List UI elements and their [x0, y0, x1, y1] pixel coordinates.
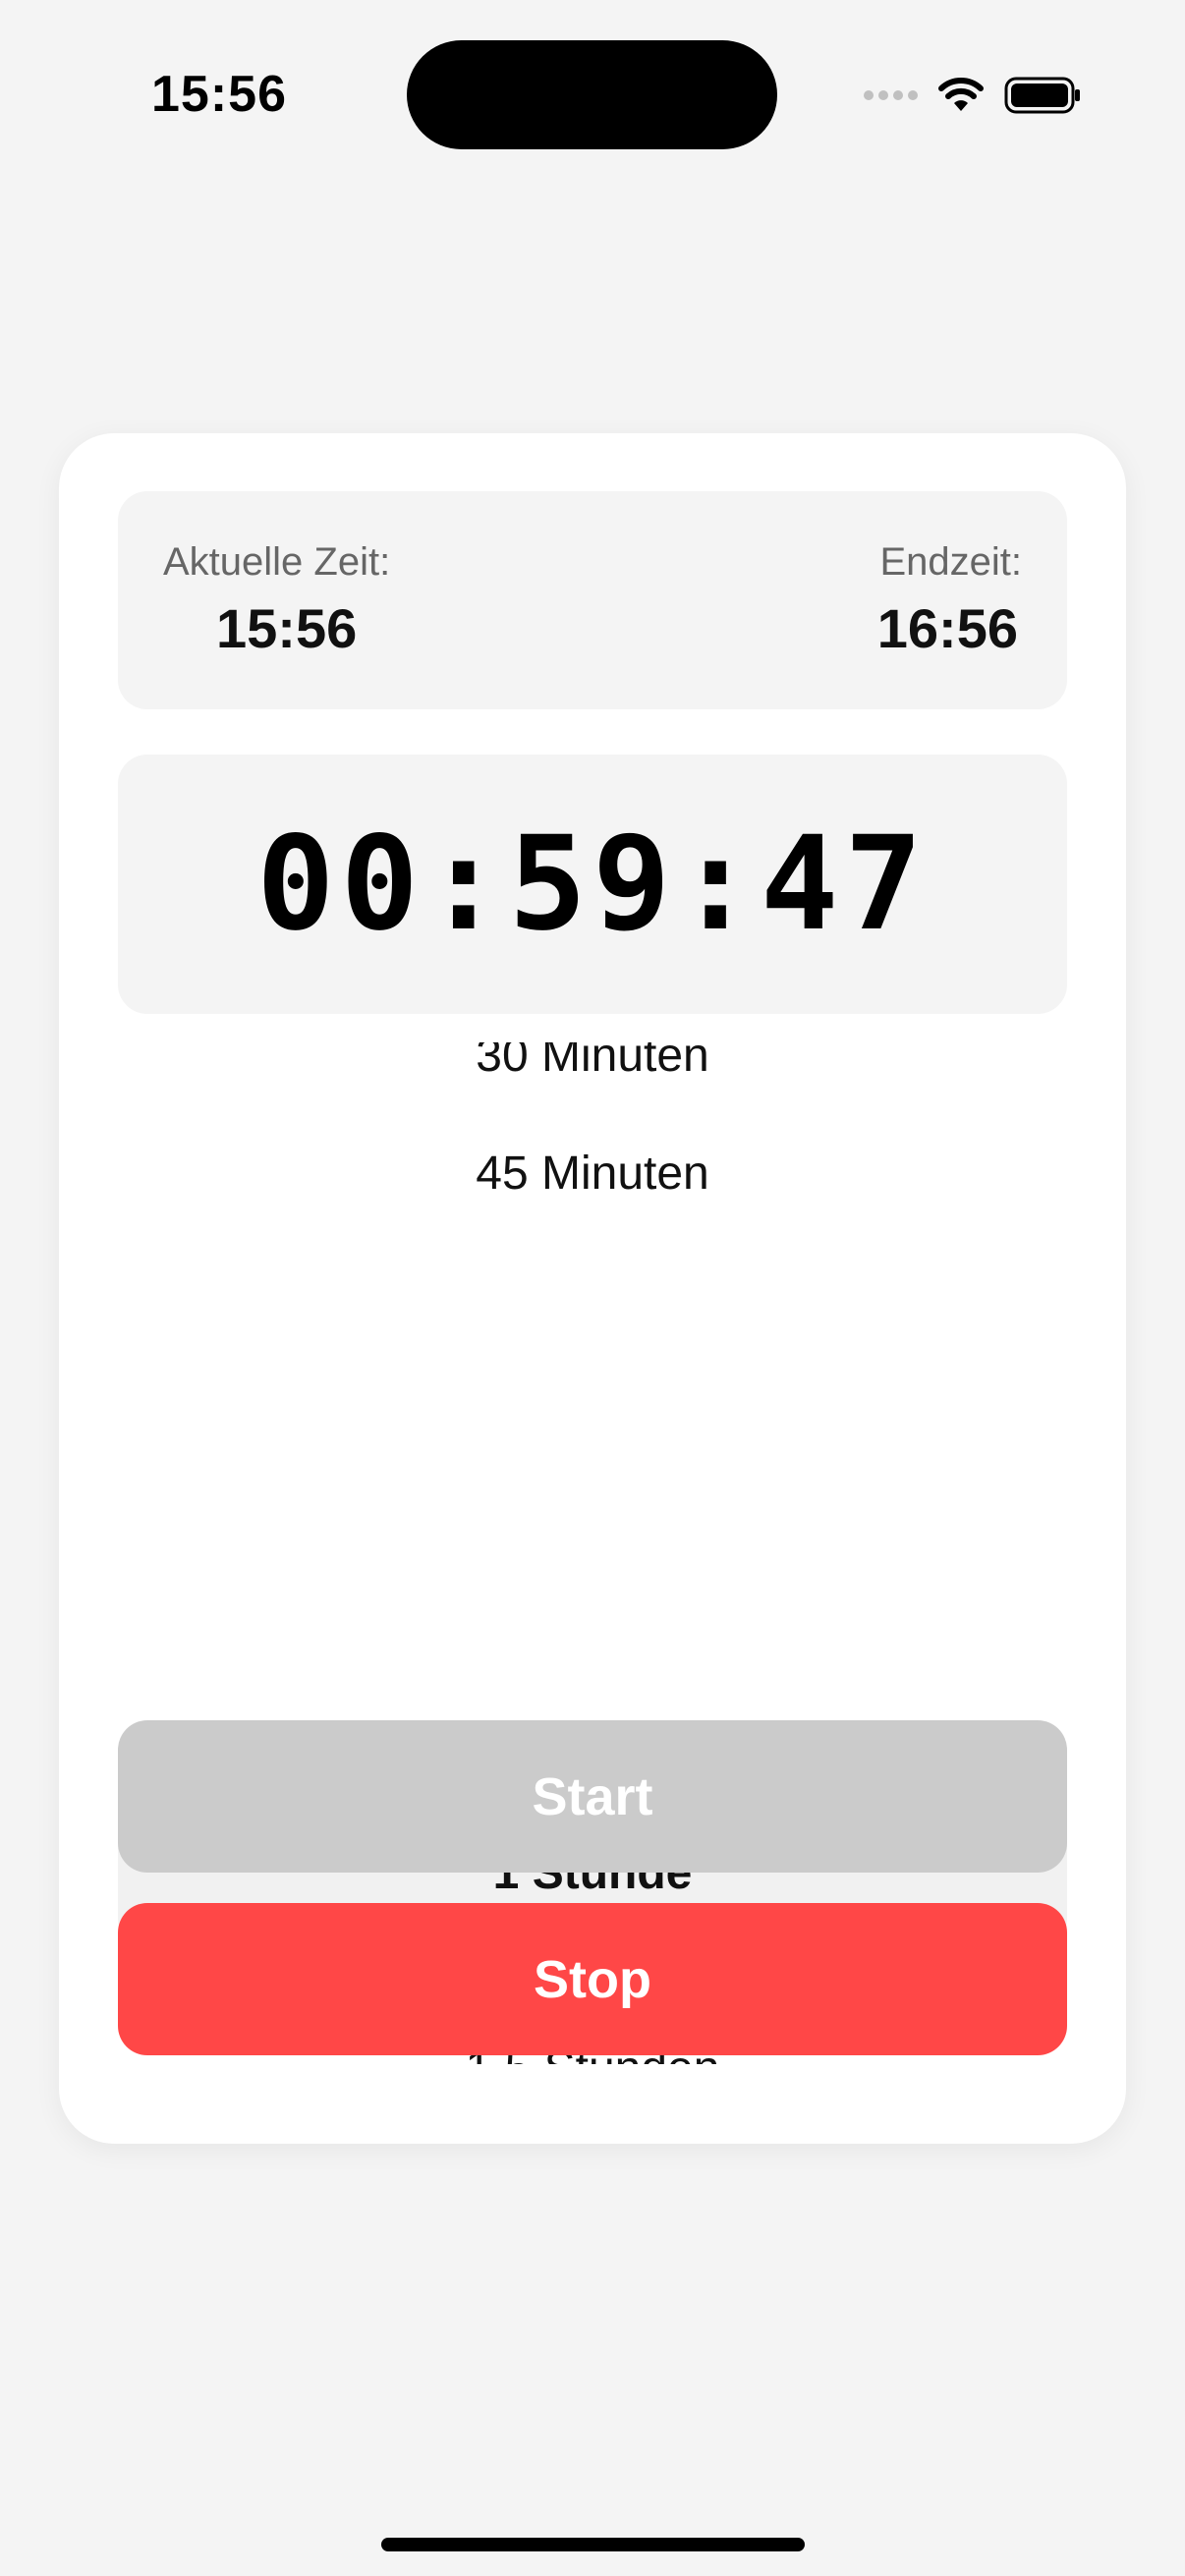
wifi-icon: [938, 78, 984, 111]
end-time-value: 16:56: [876, 597, 1018, 659]
screen: 15:56 Aktuelle Zeit: 15:56 Endzeit: 16:5…: [0, 0, 1185, 2576]
battery-icon: [1004, 77, 1080, 114]
time-info-panel: Aktuelle Zeit: 15:56 Endzeit: 16:56: [118, 491, 1067, 709]
home-indicator[interactable]: [381, 2538, 805, 2551]
picker-option-30-minutes[interactable]: 30 Minuten: [118, 1042, 1067, 1086]
picker-option-45-minutes[interactable]: 45 Minuten: [118, 1135, 1067, 1213]
cellular-signal-icon: [864, 90, 918, 100]
countdown-display: 00:59:47: [118, 755, 1067, 1014]
start-button[interactable]: Start: [118, 1720, 1067, 1873]
end-time-label: Endzeit:: [879, 540, 1022, 584]
dynamic-island: [407, 40, 777, 149]
current-time-label: Aktuelle Zeit:: [163, 540, 391, 584]
stop-button[interactable]: Stop: [118, 1903, 1067, 2055]
timer-card: Aktuelle Zeit: 15:56 Endzeit: 16:56 00:5…: [59, 433, 1126, 2144]
current-time-value: 15:56: [216, 597, 358, 659]
status-bar-indicators: [864, 71, 1083, 120]
countdown-text: 00:59:47: [256, 809, 929, 960]
status-bar-time: 15:56: [151, 66, 287, 123]
